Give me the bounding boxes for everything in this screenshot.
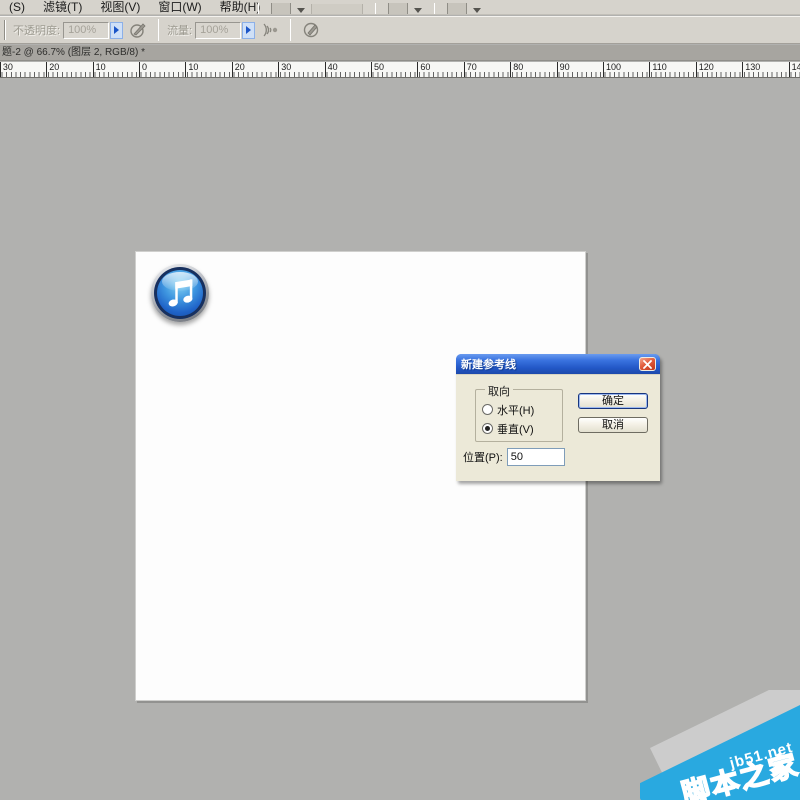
menu-item-view[interactable]: 视图(V) bbox=[91, 0, 149, 14]
tablet-pressure-size-icon[interactable] bbox=[300, 20, 322, 40]
itunes-icon bbox=[151, 264, 209, 322]
ruler-label: 0 bbox=[139, 62, 147, 77]
radio-label: 垂直(V) bbox=[497, 423, 534, 436]
zoom-level-box[interactable] bbox=[311, 4, 363, 14]
new-guide-dialog: 新建参考线 取向 水平(H) 垂直(V) 确定 取消 位置(P): bbox=[456, 354, 660, 481]
close-button[interactable] bbox=[639, 357, 656, 371]
ruler-label: 50 bbox=[371, 62, 384, 77]
menu-item-window[interactable]: 窗口(W) bbox=[149, 0, 210, 14]
opacity-label: 不透明度: bbox=[13, 25, 61, 37]
cancel-button[interactable]: 取消 bbox=[578, 417, 648, 433]
ruler-label: 60 bbox=[417, 62, 430, 77]
horizontal-ruler[interactable]: 3020100102030405060708090100110120130140 bbox=[0, 62, 800, 78]
opacity-dropdown[interactable]: 100% bbox=[63, 21, 110, 39]
radio-option-horizontal[interactable]: 水平(H) bbox=[482, 400, 534, 419]
ruler-label: 80 bbox=[510, 62, 523, 77]
orientation-groupbox: 取向 水平(H) 垂直(V) bbox=[475, 383, 563, 442]
document-title-bar: 题-2 @ 66.7% (图层 2, RGB/8) * bbox=[0, 45, 800, 61]
watermark: jb51.net 脚本之家 bbox=[640, 690, 800, 800]
radio-option-vertical[interactable]: 垂直(V) bbox=[482, 419, 534, 438]
ruler-label: 20 bbox=[231, 62, 245, 77]
divider bbox=[4, 20, 6, 40]
position-row: 位置(P): bbox=[463, 448, 565, 466]
close-icon bbox=[643, 359, 652, 369]
flow-dropdown[interactable]: 100% bbox=[195, 21, 242, 39]
radio-icon[interactable] bbox=[482, 404, 493, 415]
ruler-label: 20 bbox=[46, 62, 59, 77]
ruler-label: 10 bbox=[92, 62, 106, 77]
menu-items: (S) 滤镜(T) 视图(V) 窗口(W) 帮助(H) bbox=[0, 0, 269, 14]
dialog-title: 新建参考线 bbox=[461, 359, 516, 371]
ruler-label: 100 bbox=[603, 62, 621, 77]
divider bbox=[158, 19, 160, 41]
divider bbox=[375, 3, 376, 14]
radio-icon[interactable] bbox=[482, 423, 493, 434]
extras-icon[interactable] bbox=[271, 3, 291, 14]
radio-label: 水平(H) bbox=[497, 404, 535, 417]
opacity-arrow-button[interactable] bbox=[110, 21, 124, 39]
chevron-down-icon[interactable] bbox=[473, 8, 481, 13]
ruler-minor-ticks bbox=[0, 72, 800, 77]
flow-arrow-button[interactable] bbox=[242, 21, 256, 39]
arrange-documents-icon[interactable] bbox=[388, 3, 408, 14]
ruler-label: 110 bbox=[649, 62, 667, 77]
flow-label: 流量: bbox=[167, 25, 193, 37]
position-input[interactable] bbox=[506, 448, 565, 466]
arrow-right-icon bbox=[246, 26, 252, 34]
chevron-down-icon[interactable] bbox=[414, 8, 422, 13]
ruler-label: 10 bbox=[185, 62, 198, 77]
tool-options-bar: 不透明度: 100% 流量: 100% bbox=[0, 16, 800, 44]
chevron-down-icon[interactable] bbox=[297, 8, 305, 13]
screen-mode-icon[interactable] bbox=[447, 3, 467, 14]
tablet-pressure-opacity-icon[interactable] bbox=[127, 20, 149, 40]
ruler-label: 120 bbox=[695, 62, 714, 77]
ok-button[interactable]: 确定 bbox=[578, 393, 648, 409]
document-title: 题-2 @ 66.7% (图层 2, RGB/8) * bbox=[2, 47, 145, 58]
ruler-label: 90 bbox=[556, 62, 570, 77]
dialog-body: 取向 水平(H) 垂直(V) 确定 取消 位置(P): bbox=[456, 374, 660, 481]
ruler-label: 140 bbox=[788, 62, 800, 77]
app-bar-icons bbox=[252, 0, 481, 14]
divider bbox=[290, 19, 292, 41]
itunes-icon-core bbox=[157, 270, 203, 316]
divider bbox=[434, 3, 435, 14]
position-label: 位置(P): bbox=[463, 452, 503, 464]
menu-item-select[interactable]: (S) bbox=[0, 0, 34, 14]
arrow-right-icon bbox=[114, 26, 120, 34]
ruler-label: 130 bbox=[742, 62, 760, 77]
menu-bar: (S) 滤镜(T) 视图(V) 窗口(W) 帮助(H) bbox=[0, 0, 800, 15]
airbrush-icon[interactable] bbox=[259, 20, 281, 40]
music-note-icon bbox=[168, 278, 193, 306]
divider bbox=[258, 3, 259, 14]
ruler-label: 40 bbox=[324, 62, 338, 77]
dialog-title-bar[interactable]: 新建参考线 bbox=[456, 354, 660, 374]
orientation-options: 水平(H) 垂直(V) bbox=[482, 400, 534, 438]
ruler-label: 70 bbox=[463, 62, 477, 77]
ruler-label: 30 bbox=[0, 62, 13, 77]
menu-item-filter[interactable]: 滤镜(T) bbox=[34, 0, 91, 14]
orientation-label: 取向 bbox=[485, 383, 513, 399]
itunes-icon-ring bbox=[154, 267, 206, 319]
ruler-label: 30 bbox=[278, 62, 291, 77]
